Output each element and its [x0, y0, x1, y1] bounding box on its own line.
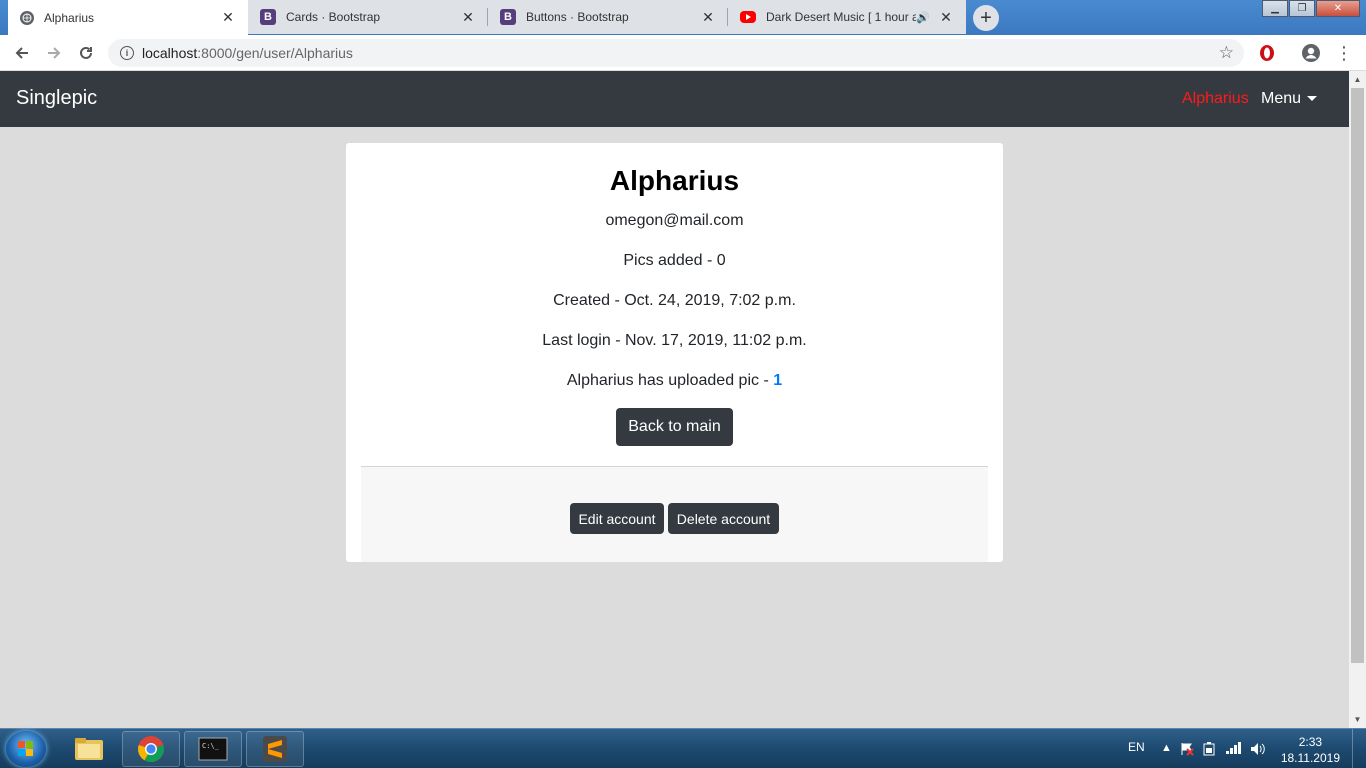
chrome-icon[interactable] [122, 731, 180, 767]
url-path: :8000/gen/user/Alpharius [197, 45, 353, 61]
card-footer: Edit account Delete account [361, 466, 988, 562]
current-user-link[interactable]: Alpharius [1182, 90, 1249, 108]
language-indicator[interactable]: EN [1128, 740, 1145, 754]
profile-card: Alpharius omegon@mail.com Pics added - 0… [346, 143, 1003, 562]
reload-icon[interactable] [74, 41, 98, 65]
back-arrow-icon[interactable] [10, 41, 34, 65]
created-date: Created - Oct. 24, 2019, 7:02 p.m. [553, 292, 796, 309]
tab-buttons-bootstrap[interactable]: B Buttons · Bootstrap ✕ [488, 0, 728, 34]
bootstrap-icon: B [500, 9, 516, 25]
page-scrollbar[interactable]: ▲ ▼ [1349, 71, 1366, 728]
back-to-main-button[interactable]: Back to main [616, 408, 733, 446]
tray-expand-icon[interactable]: ▲ [1161, 742, 1172, 754]
brand-link[interactable]: Singlepic [16, 87, 97, 110]
tab-title: Buttons · Bootstrap [526, 10, 629, 24]
page-viewport: Singlepic Alpharius Menu Alpharius omego… [0, 71, 1349, 728]
clock-time: 2:33 [1298, 735, 1323, 749]
sublime-text-icon[interactable] [246, 731, 304, 767]
menu-dropdown[interactable]: Menu [1261, 90, 1318, 108]
kebab-menu-icon[interactable]: ⋮ [1334, 43, 1354, 63]
info-icon[interactable]: i [120, 46, 134, 60]
volume-icon[interactable] [1250, 742, 1266, 759]
caret-down-icon [1307, 96, 1318, 102]
scroll-up-arrow-icon[interactable]: ▲ [1349, 71, 1366, 88]
address-bar[interactable]: i localhost:8000/gen/user/Alpharius ☆ [108, 39, 1244, 67]
close-tab-icon[interactable]: ✕ [220, 9, 236, 26]
globe-icon [20, 10, 34, 25]
action-center-flag-icon[interactable] [1180, 742, 1194, 759]
uploaded-pic-link[interactable]: 1 [773, 372, 782, 389]
tab-alpharius[interactable]: Alpharius ✕ [8, 0, 248, 35]
battery-power-icon[interactable] [1203, 742, 1215, 759]
profile-avatar-icon[interactable] [1301, 43, 1321, 63]
close-tab-icon[interactable]: ✕ [460, 9, 476, 26]
close-tab-icon[interactable]: ✕ [938, 9, 954, 26]
speaker-icon[interactable]: 🔊 [916, 11, 930, 24]
profile-username: Alpharius [609, 165, 740, 196]
tab-title: Cards · Bootstrap [286, 10, 381, 24]
terminal-icon[interactable]: C:\_ [184, 731, 242, 767]
close-window-icon[interactable]: ✕ [1316, 0, 1360, 17]
tab-dark-desert-music[interactable]: Dark Desert Music [ 1 hour a 🔊 ✕ [728, 0, 966, 34]
delete-account-button[interactable]: Delete account [668, 503, 779, 534]
edit-account-button[interactable]: Edit account [570, 503, 664, 534]
network-signal-icon[interactable] [1226, 742, 1242, 757]
scrollbar-thumb[interactable] [1351, 88, 1364, 663]
browser-toolbar: i localhost:8000/gen/user/Alpharius ☆ ⋮ [0, 35, 1366, 71]
bootstrap-icon: B [260, 9, 276, 25]
show-desktop-button[interactable] [1352, 729, 1366, 768]
minimize-icon[interactable]: ▁ [1262, 0, 1288, 17]
url-host: localhost [142, 45, 198, 61]
close-tab-icon[interactable]: ✕ [700, 9, 716, 26]
uploaded-pics-label: Alpharius has uploaded pic - [566, 372, 774, 389]
new-tab-button[interactable]: + [973, 5, 999, 31]
windows-logo-icon [18, 741, 34, 757]
start-button[interactable] [6, 731, 46, 767]
menu-label: Menu [1261, 90, 1302, 107]
forward-arrow-icon[interactable] [42, 41, 66, 65]
file-explorer-icon[interactable] [60, 731, 118, 767]
restore-icon[interactable]: ❐ [1289, 0, 1315, 17]
tab-cards-bootstrap[interactable]: B Cards · Bootstrap ✕ [248, 0, 488, 34]
svg-text:C:\_: C:\_ [202, 742, 220, 750]
uploaded-pics-line: Alpharius has uploaded pic - 1 [346, 372, 1003, 390]
windows-taskbar: C:\_ EN ▲ 2:33 18.11.2019 [0, 728, 1366, 768]
taskbar-clock[interactable]: 2:33 18.11.2019 [1281, 734, 1340, 766]
bookmark-star-icon[interactable]: ☆ [1219, 43, 1234, 63]
site-navbar: Singlepic Alpharius Menu [0, 71, 1349, 127]
opera-extension-icon[interactable] [1257, 43, 1277, 63]
tab-title: Dark Desert Music [ 1 hour a [766, 10, 917, 24]
clock-date: 18.11.2019 [1280, 751, 1340, 765]
youtube-icon [740, 11, 756, 23]
scroll-down-arrow-icon[interactable]: ▼ [1349, 711, 1366, 728]
window-controls: ▁ ❐ ✕ [1261, 0, 1360, 17]
last-login-date: Last login - Nov. 17, 2019, 11:02 p.m. [542, 332, 807, 349]
pics-added-count: Pics added - 0 [623, 252, 726, 269]
browser-tab-strip: Alpharius ✕ B Cards · Bootstrap ✕ B Butt… [0, 0, 1366, 35]
profile-email: omegon@mail.com [605, 212, 744, 229]
tab-title: Alpharius [44, 10, 95, 25]
